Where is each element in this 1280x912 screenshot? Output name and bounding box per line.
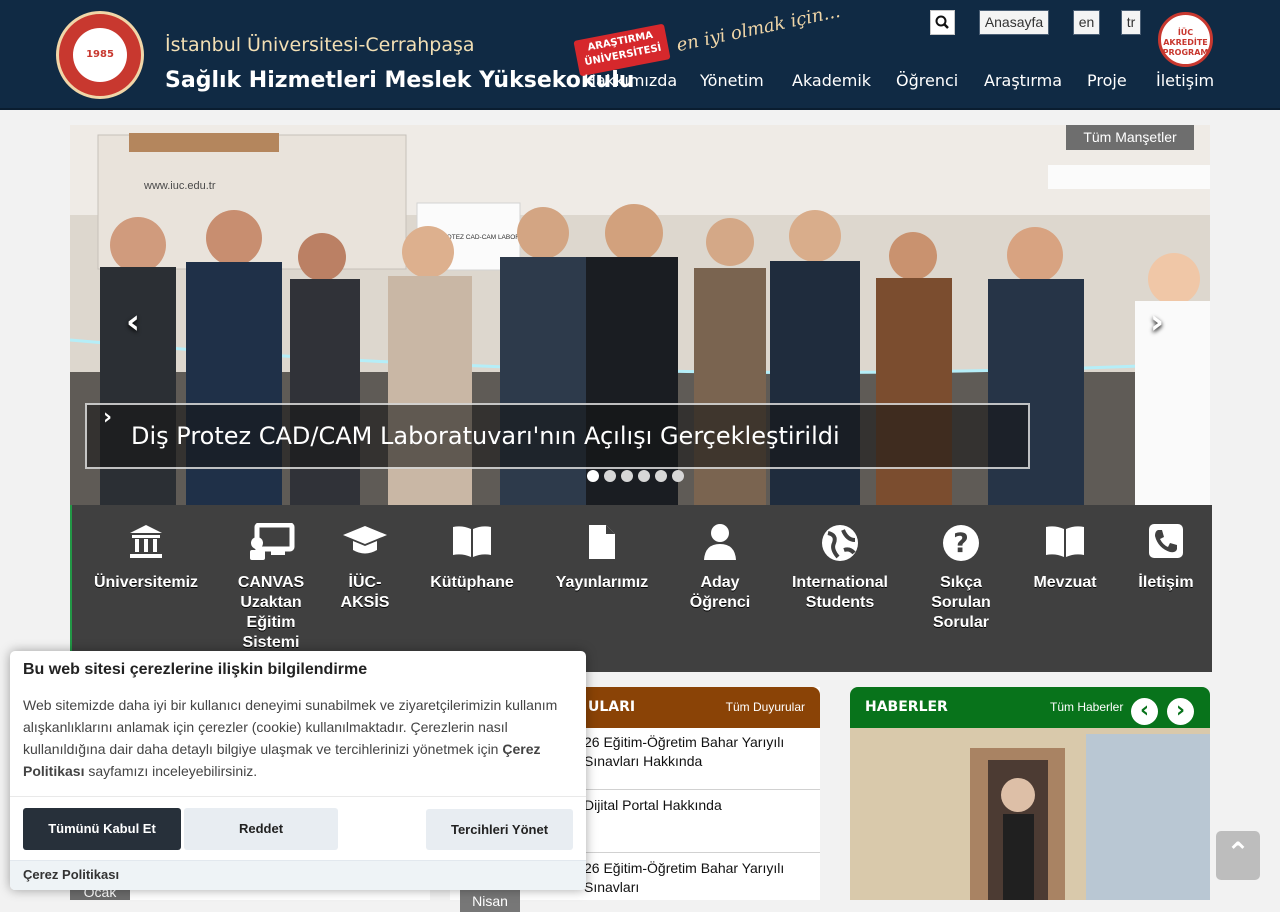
quick-link-label: Mevzuat <box>1033 574 1097 591</box>
nav-contact[interactable]: İletişim <box>1156 71 1214 90</box>
nav-research[interactable]: Araştırma <box>984 71 1062 90</box>
announcement-text: 26 Eğitim-Öğretim Bahar Yarıyılı Sınavla… <box>584 734 785 769</box>
search-button[interactable] <box>930 10 955 35</box>
slider-dot[interactable] <box>638 470 650 482</box>
announcements-title: ULARI <box>588 699 636 715</box>
scroll-to-top-button[interactable]: ⌃ <box>1216 831 1260 880</box>
chevron-up-icon: ⌃ <box>1226 836 1250 869</box>
university-name[interactable]: İstanbul Üniversitesi-Cerrahpaşa <box>165 34 475 56</box>
question-icon: ? <box>943 525 979 561</box>
quick-link-regulations[interactable]: Mevzuat <box>1022 505 1108 672</box>
svg-text:?: ? <box>953 528 969 559</box>
quick-link-label: İletişim <box>1138 574 1194 591</box>
cookie-divider <box>10 796 586 797</box>
all-news-link[interactable]: Tüm Haberler <box>1050 700 1123 714</box>
language-tr-link[interactable]: tr <box>1121 10 1141 35</box>
cookie-consent-dialog: Bu web sitesi çerezlerine ilişkin bilgil… <box>10 651 586 890</box>
nav-project[interactable]: Proje <box>1087 71 1127 90</box>
news-header: HABERLER Tüm Haberler ‹ › <box>850 687 1210 728</box>
news-panel: HABERLER Tüm Haberler ‹ › <box>850 687 1210 900</box>
cookie-title: Bu web sitesi çerezlerine ilişkin bilgil… <box>23 661 368 678</box>
slider-dot[interactable] <box>621 470 633 482</box>
slider-dot[interactable] <box>587 470 599 482</box>
globe-icon <box>822 525 858 561</box>
chevron-left-icon: ‹ <box>1139 698 1150 723</box>
news-photo <box>850 728 1210 900</box>
quick-link-international[interactable]: International Students <box>785 505 895 672</box>
quick-link-aksis[interactable]: İÜC-AKSİS <box>334 505 396 672</box>
news-title: HABERLER <box>865 699 948 715</box>
all-announcements-link[interactable]: Tüm Duyurular <box>726 700 805 714</box>
slogan: en iyi olmak için... <box>674 0 843 57</box>
nav-about[interactable]: Hakkımızda <box>584 71 677 90</box>
nav-academic[interactable]: Akademik <box>792 71 871 90</box>
file-icon <box>589 525 615 559</box>
news-previous-button[interactable]: ‹ <box>1131 698 1158 725</box>
slider-dot[interactable] <box>604 470 616 482</box>
quick-link-prospective-student[interactable]: Aday Öğrenci <box>672 505 768 672</box>
announcement-text: Dijital Portal Hakkında <box>584 797 722 813</box>
book-open-icon <box>1046 526 1084 557</box>
site-header: 1985 İstanbul Üniversitesi-Cerrahpaşa Sa… <box>0 0 1280 110</box>
caption-chevron-icon: › <box>103 405 113 430</box>
slider-caption[interactable]: › Diş Protez CAD/CAM Laboratuvarı'nın Aç… <box>85 403 1030 469</box>
chevron-right-icon: › <box>1175 698 1186 723</box>
book-icon <box>453 526 491 557</box>
quick-link-faq[interactable]: ? Sıkça Sorulan Sorular <box>918 505 1004 672</box>
slider-dot[interactable] <box>655 470 667 482</box>
university-icon <box>130 525 162 558</box>
cookie-policy-footer-link[interactable]: Çerez Politikası <box>10 860 586 890</box>
user-icon <box>704 524 736 560</box>
quick-link-canvas[interactable]: CANVAS Uzaktan Eğitim Sistemi <box>230 505 312 672</box>
quick-link-publications[interactable]: Yayınlarımız <box>542 505 662 672</box>
reject-cookies-button[interactable]: Reddet <box>184 808 338 850</box>
quick-link-label: CANVAS Uzaktan Eğitim Sistemi <box>237 574 305 651</box>
quick-link-label: Üniversitemiz <box>93 574 199 591</box>
all-headlines-button[interactable]: Tüm Manşetler <box>1066 125 1194 150</box>
quick-link-label: International Students <box>791 574 888 611</box>
quick-link-library[interactable]: Kütüphane <box>422 505 522 672</box>
news-image[interactable] <box>850 728 1210 900</box>
slider-next-arrow[interactable]: › <box>1150 302 1164 342</box>
quick-link-label: Kütüphane <box>430 574 514 591</box>
language-en-link[interactable]: en <box>1073 10 1100 35</box>
home-link[interactable]: Anasayfa <box>979 10 1049 35</box>
quick-link-label: Aday Öğrenci <box>689 574 751 611</box>
cookie-description: Web sitemizde daha iyi bir kullanıcı den… <box>23 694 573 782</box>
nav-student[interactable]: Öğrenci <box>896 71 958 90</box>
quick-link-label: Sıkça Sorulan Sorular <box>931 574 991 631</box>
presentation-icon <box>250 523 295 560</box>
accept-all-cookies-button[interactable]: Tümünü Kabul Et <box>23 808 181 850</box>
announcement-month-badge: Nisan <box>460 890 520 912</box>
cookie-description-suffix: sayfamızı inceleyebilirsiniz. <box>84 763 258 779</box>
headline-slider[interactable]: www.iuc.edu.tr DİŞ PROTEZ CAD-CAM LABORA… <box>70 125 1210 505</box>
logo-year: 1985 <box>73 28 127 82</box>
graduation-cap-icon <box>343 526 387 554</box>
slider-previous-arrow[interactable]: ‹ <box>126 302 140 342</box>
quick-link-contact[interactable]: İletişim <box>1128 505 1204 672</box>
slider-caption-text: Diş Protez CAD/CAM Laboratuvarı'nın Açıl… <box>131 422 840 450</box>
manage-cookie-preferences-button[interactable]: Tercihleri Yönet <box>426 809 573 850</box>
search-icon <box>935 15 949 29</box>
school-name[interactable]: Sağlık Hizmetleri Meslek Yüksekokulu <box>165 68 634 93</box>
cookie-description-text: Web sitemizde daha iyi bir kullanıcı den… <box>23 697 558 757</box>
slider-url-text: www.iuc.edu.tr <box>143 180 216 192</box>
quick-link-label: Yayınlarımız <box>555 574 649 591</box>
phone-icon <box>1149 524 1183 558</box>
quick-link-label: İÜC-AKSİS <box>340 574 390 611</box>
quick-link-university[interactable]: Üniversitemiz <box>87 505 205 672</box>
nav-management[interactable]: Yönetim <box>700 71 764 90</box>
announcement-text: 26 Eğitim-Öğretim Bahar Yarıyılı Sınavla… <box>584 860 785 895</box>
university-logo[interactable]: 1985 <box>56 11 144 99</box>
news-next-button[interactable]: › <box>1167 698 1194 725</box>
accreditation-seal[interactable]: İÜC AKREDİTE PROGRAM <box>1158 12 1213 67</box>
slider-dot[interactable] <box>672 470 684 482</box>
quick-links-bar: Üniversitemiz CANVAS Uzaktan Eğitim Sist… <box>70 505 1212 672</box>
